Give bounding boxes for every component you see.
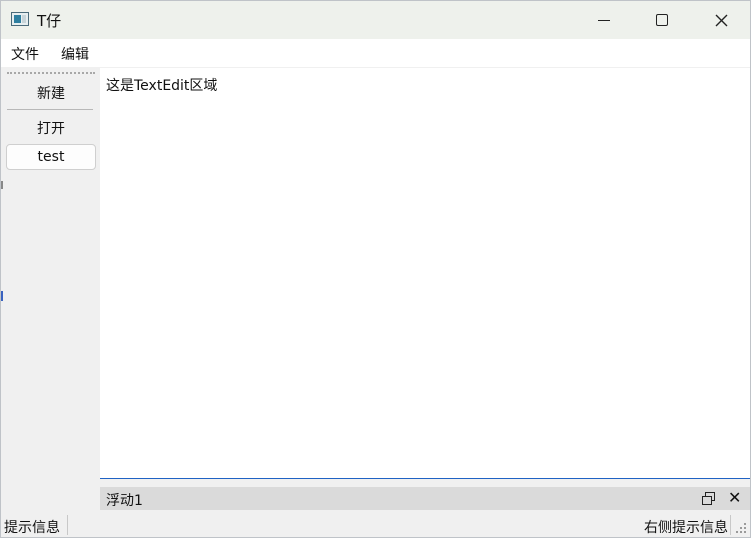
- status-message-right: 右侧提示信息: [644, 520, 728, 536]
- new-button[interactable]: 新建: [6, 80, 96, 106]
- status-divider: [730, 515, 731, 535]
- float-icon[interactable]: [702, 492, 716, 505]
- menu-bar: 文件 编辑: [1, 39, 750, 67]
- window-title: T仔: [37, 12, 62, 30]
- close-icon: [715, 14, 727, 26]
- toolbar-separator: [7, 109, 93, 110]
- resize-grip-icon[interactable]: [735, 523, 747, 535]
- test-button[interactable]: test: [6, 144, 96, 170]
- menu-file[interactable]: 文件: [11, 44, 39, 64]
- main-window: T仔 文件 编辑 新建 打开 test 这是TextEdit区域 浮动1 ✕ 提…: [0, 0, 751, 538]
- edge-marker: [1, 181, 3, 189]
- close-button[interactable]: [692, 1, 750, 39]
- app-icon: [11, 12, 29, 26]
- edge-marker: [1, 291, 3, 301]
- minimize-button[interactable]: [575, 1, 633, 39]
- maximize-icon: [656, 14, 668, 26]
- editor-content: 这是TextEdit区域: [106, 78, 218, 94]
- toolbar-drag-handle[interactable]: [7, 72, 95, 74]
- left-toolbar: 新建 打开 test: [1, 67, 99, 511]
- maximize-button[interactable]: [633, 1, 691, 39]
- open-button[interactable]: 打开: [6, 115, 96, 141]
- dock-close-icon[interactable]: ✕: [728, 488, 741, 507]
- status-divider: [67, 515, 68, 535]
- status-bar: 提示信息 右侧提示信息: [1, 511, 750, 537]
- minimize-icon: [598, 19, 610, 21]
- text-edit-area[interactable]: 这是TextEdit区域: [100, 68, 750, 479]
- menu-edit[interactable]: 编辑: [61, 44, 89, 64]
- title-bar[interactable]: T仔: [1, 1, 750, 39]
- dock-title: 浮动1: [106, 493, 143, 509]
- dock-title-bar[interactable]: 浮动1 ✕: [100, 487, 750, 510]
- status-message-left: 提示信息: [4, 520, 60, 536]
